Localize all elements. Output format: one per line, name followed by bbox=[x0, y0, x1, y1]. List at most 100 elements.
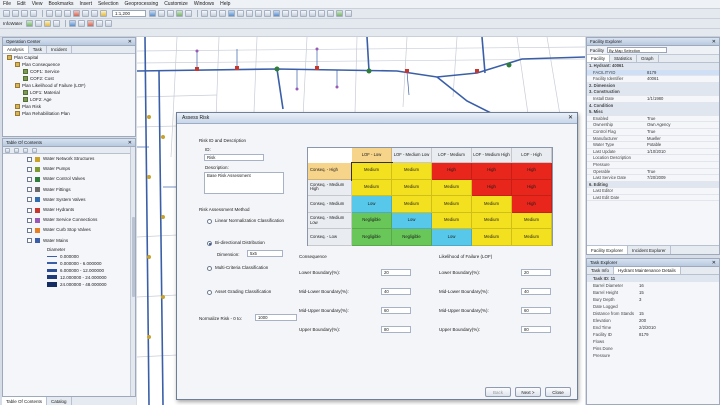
list-by-source-icon[interactable] bbox=[14, 148, 19, 153]
matrix-cell[interactable]: High bbox=[472, 179, 512, 197]
layer-item[interactable]: Water Curb Stop Valves bbox=[3, 225, 135, 235]
next-button[interactable]: Next > bbox=[515, 387, 541, 397]
matrix-cell[interactable]: Medium bbox=[472, 212, 512, 230]
matrix-cell[interactable]: Medium bbox=[352, 179, 392, 197]
layer-checkbox[interactable] bbox=[27, 217, 32, 223]
matrix-cell[interactable]: Medium bbox=[351, 162, 393, 181]
boundary-field[interactable]: 20 bbox=[381, 269, 411, 276]
arctoolbox-icon[interactable] bbox=[185, 10, 192, 17]
menu-customize[interactable]: Customize bbox=[164, 1, 188, 7]
matrix-cell[interactable]: Medium bbox=[432, 179, 472, 197]
copy-icon[interactable] bbox=[55, 10, 62, 17]
close-button[interactable]: Close bbox=[545, 387, 571, 397]
menu-edit[interactable]: Edit bbox=[17, 1, 26, 7]
task-property-row[interactable]: Barrel Diameter 16 bbox=[587, 282, 719, 289]
task-property-row[interactable]: Bury Depth 3 bbox=[587, 296, 719, 303]
matrix-cell[interactable]: High bbox=[512, 196, 552, 213]
hydrant-marker[interactable] bbox=[475, 69, 479, 73]
bidirectional-distribution-radio[interactable] bbox=[207, 241, 212, 246]
zoom-in-icon[interactable] bbox=[201, 10, 208, 17]
fitting-marker[interactable] bbox=[147, 335, 151, 339]
property-row[interactable]: 4. Condition bbox=[587, 102, 719, 110]
close-icon[interactable]: ✕ bbox=[128, 139, 132, 147]
tab-graph[interactable]: Graph bbox=[637, 55, 659, 62]
attribute-icon[interactable] bbox=[53, 20, 61, 27]
measure-icon[interactable] bbox=[318, 10, 325, 17]
hydrant-marker[interactable] bbox=[405, 69, 409, 73]
fitting-marker[interactable] bbox=[147, 255, 151, 259]
service-connection-marker[interactable] bbox=[335, 85, 339, 89]
scale-input[interactable]: 1:1,200 bbox=[112, 10, 146, 17]
property-row[interactable]: Ownership Own Agency bbox=[587, 122, 719, 129]
property-row[interactable]: Location Description bbox=[587, 155, 719, 162]
search-icon[interactable] bbox=[176, 10, 183, 17]
property-row[interactable]: Last Editor bbox=[587, 188, 719, 195]
close-icon[interactable]: ✕ bbox=[712, 38, 716, 46]
network-icon[interactable] bbox=[35, 20, 43, 27]
property-row[interactable]: 5. Misc bbox=[587, 109, 719, 116]
layer-item[interactable]: Water Hydrants bbox=[3, 205, 135, 215]
layer-item[interactable]: Water System Valves bbox=[3, 195, 135, 205]
layer-item[interactable]: Water Fittings bbox=[3, 185, 135, 195]
warning-icon[interactable] bbox=[44, 20, 52, 27]
task-property-row[interactable]: Date Logged bbox=[587, 303, 719, 310]
menu-geoprocessing[interactable]: Geoprocessing bbox=[125, 1, 159, 7]
layer-item[interactable]: Water Control Valves bbox=[3, 174, 135, 184]
layer-checkbox[interactable] bbox=[27, 227, 32, 233]
save-icon[interactable] bbox=[21, 10, 28, 17]
toc-scrollbar[interactable] bbox=[130, 147, 135, 404]
tab-hydrant-maintenance[interactable]: Hydrant Maintenance Details bbox=[614, 267, 681, 274]
select-features-icon[interactable] bbox=[273, 10, 280, 17]
tab-task[interactable]: Task bbox=[29, 46, 48, 53]
property-row[interactable]: Last Update 1/10/2010 bbox=[587, 149, 719, 156]
property-row[interactable]: Manufacturer Mueller bbox=[587, 136, 719, 143]
layer-checkbox[interactable] bbox=[27, 156, 32, 162]
close-icon[interactable]: ✕ bbox=[128, 38, 132, 46]
hyperlink-icon[interactable] bbox=[309, 10, 316, 17]
matrix-cell[interactable]: Medium bbox=[512, 229, 552, 246]
layer-checkbox[interactable] bbox=[27, 176, 32, 182]
service-connection-marker[interactable] bbox=[315, 47, 319, 51]
matrix-cell[interactable]: Medium bbox=[392, 163, 432, 180]
boundary-field[interactable]: 80 bbox=[381, 326, 411, 333]
identify-icon[interactable] bbox=[300, 10, 307, 17]
paste-icon[interactable] bbox=[64, 10, 71, 17]
add-data-icon[interactable] bbox=[100, 10, 107, 17]
task-property-row[interactable]: End Time 2/2/2010 bbox=[587, 324, 719, 331]
clear-selection-icon[interactable] bbox=[282, 10, 289, 17]
matrix-cell[interactable]: Low bbox=[432, 229, 472, 246]
select-elements-icon[interactable] bbox=[291, 10, 298, 17]
route-icon[interactable] bbox=[336, 10, 343, 17]
tree-item[interactable]: LOF2: Age bbox=[3, 96, 135, 103]
matrix-cell[interactable]: Medium bbox=[432, 212, 472, 230]
property-row[interactable]: 2. Dimension bbox=[587, 82, 719, 90]
boundary-field[interactable]: 40 bbox=[521, 288, 551, 295]
list-by-visibility-icon[interactable] bbox=[23, 148, 28, 153]
list-by-drawing-order-icon[interactable] bbox=[5, 148, 10, 153]
layer-checkbox[interactable] bbox=[27, 166, 32, 172]
cut-icon[interactable] bbox=[46, 10, 53, 17]
layer-item[interactable]: Water Mains bbox=[3, 236, 135, 246]
matrix-cell[interactable]: Negligible bbox=[392, 229, 432, 246]
catalog-icon[interactable] bbox=[167, 10, 174, 17]
task-property-row[interactable]: Distance from Stands 15 bbox=[587, 310, 719, 317]
task-property-row[interactable]: Task ID: 11 bbox=[587, 275, 719, 282]
matrix-cell[interactable]: Medium bbox=[432, 196, 472, 213]
list-by-selection-icon[interactable] bbox=[32, 148, 37, 153]
tab-facility[interactable]: Facility bbox=[587, 55, 611, 62]
asset-grading-radio[interactable] bbox=[207, 290, 212, 295]
fixed-zoom-out-icon[interactable] bbox=[246, 10, 253, 17]
menu-help[interactable]: Help bbox=[220, 1, 230, 7]
fitting-marker[interactable] bbox=[161, 135, 165, 139]
zoom-out-icon[interactable] bbox=[210, 10, 217, 17]
layer-checkbox[interactable] bbox=[27, 197, 32, 203]
boundary-field[interactable]: 40 bbox=[381, 288, 411, 295]
tree-item[interactable]: Plan Rehabilitation Plan bbox=[3, 110, 135, 117]
tab-incident-explorer[interactable]: Incident Explorer bbox=[628, 246, 671, 254]
menu-selection[interactable]: Selection bbox=[98, 1, 119, 7]
tree-item[interactable]: Plan Capital bbox=[3, 54, 135, 61]
property-row[interactable]: Facility Identifier 40061 bbox=[587, 76, 719, 83]
tree-item[interactable]: COF1: Service bbox=[3, 68, 135, 75]
pan-icon[interactable] bbox=[219, 10, 226, 17]
matrix-cell[interactable]: Negligible bbox=[352, 212, 392, 230]
